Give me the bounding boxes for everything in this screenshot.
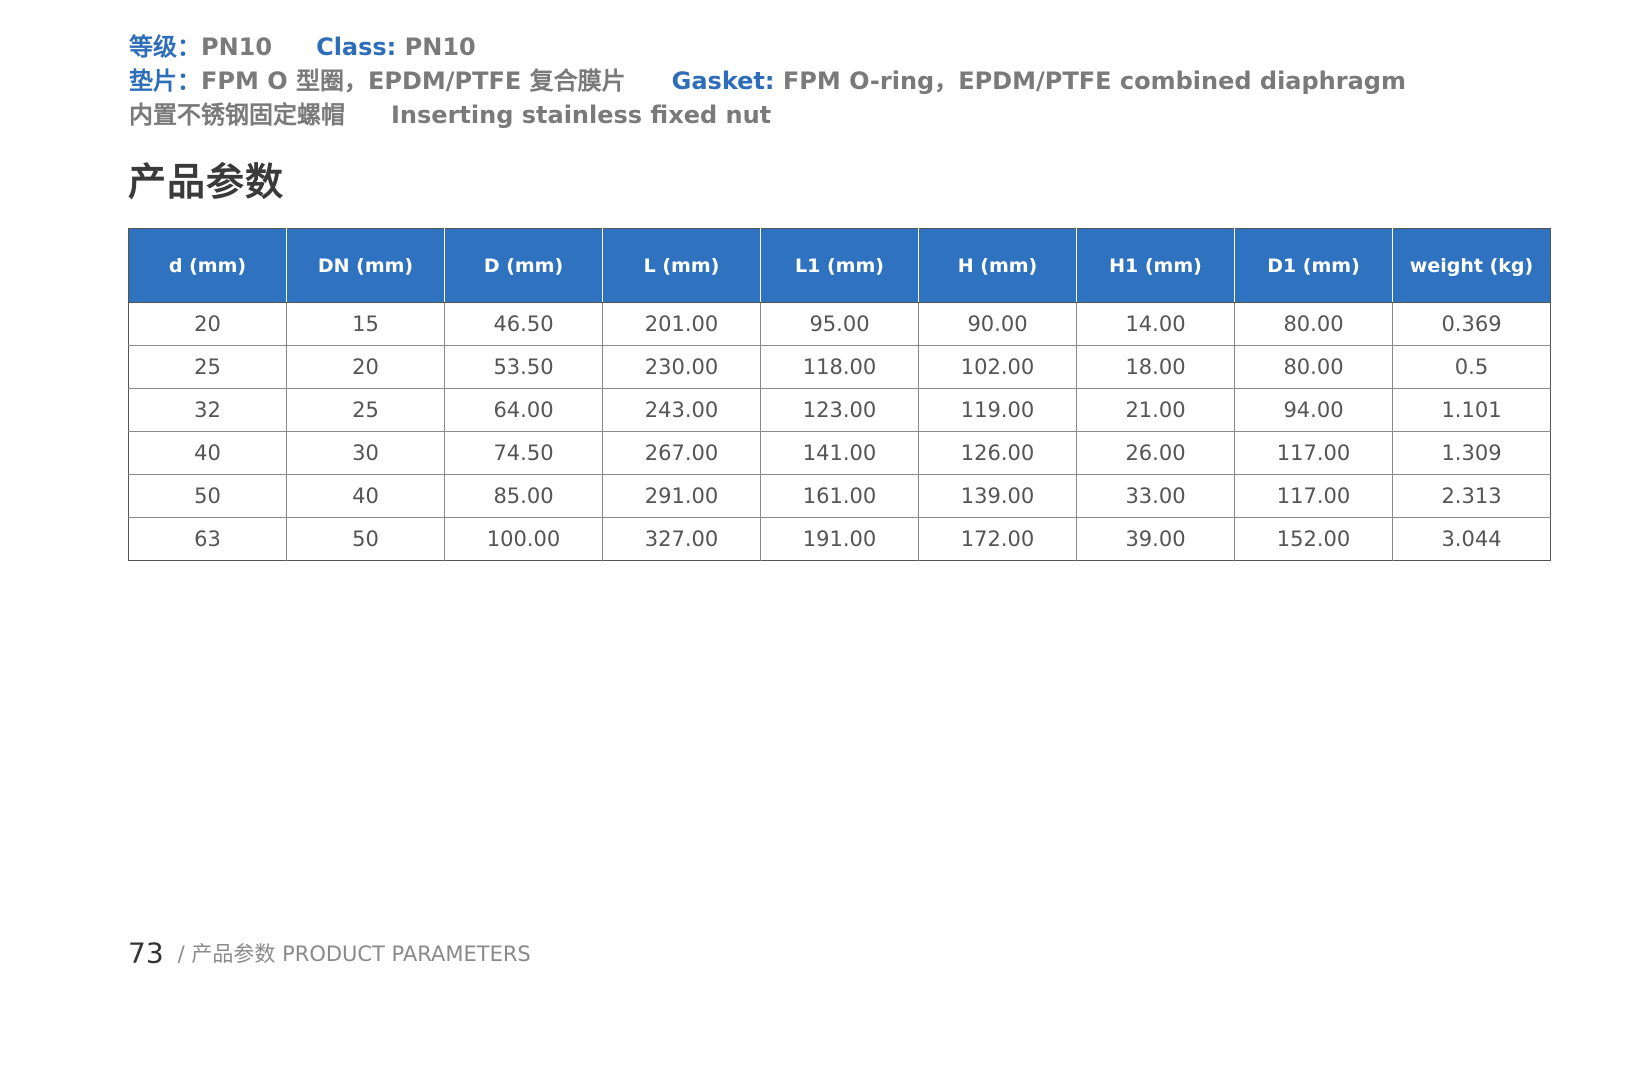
footer-section-text: / 产品参数 PRODUCT PARAMETERS xyxy=(177,941,531,966)
table-row: 20 15 46.50 201.00 95.00 90.00 14.00 80.… xyxy=(128,302,1551,346)
table-cell: 172.00 xyxy=(918,517,1077,561)
section-title: 产品参数 xyxy=(128,160,285,204)
table-cell: 100.00 xyxy=(444,517,603,561)
parameters-table: d (mm) DN (mm) D (mm) L (mm) L1 (mm) H (… xyxy=(128,228,1551,561)
table-cell: 20 xyxy=(286,345,445,389)
table-cell: 119.00 xyxy=(918,388,1077,432)
table-cell: 141.00 xyxy=(760,431,919,475)
class-value: PN10 xyxy=(404,33,476,61)
table-row: 40 30 74.50 267.00 141.00 126.00 26.00 1… xyxy=(128,431,1551,475)
gasket-cn-label: 垫片： xyxy=(129,67,201,95)
table-cell: 85.00 xyxy=(444,474,603,518)
header-h: H (mm) xyxy=(918,228,1077,303)
gasket-en-value: FPM O-ring，EPDM/PTFE combined diaphragm xyxy=(782,67,1406,95)
table-cell: 80.00 xyxy=(1234,345,1393,389)
table-cell: 0.369 xyxy=(1392,302,1551,346)
spec-block: 等级：PN10 Class: PN10 垫片：FPM O 型圈，EPDM/PTFE… xyxy=(129,30,1569,132)
header-l1: L1 (mm) xyxy=(760,228,919,303)
table-cell: 50 xyxy=(286,517,445,561)
table-cell: 40 xyxy=(128,431,287,475)
class-label: Class: xyxy=(316,33,397,61)
table-cell: 291.00 xyxy=(602,474,761,518)
header-h1: H1 (mm) xyxy=(1076,228,1235,303)
table-cell: 2.313 xyxy=(1392,474,1551,518)
table-cell: 201.00 xyxy=(602,302,761,346)
page-footer: 73 / 产品参数 PRODUCT PARAMETERS xyxy=(128,936,531,970)
table-header-row: d (mm) DN (mm) D (mm) L (mm) L1 (mm) H (… xyxy=(128,228,1551,303)
table-cell: 1.309 xyxy=(1392,431,1551,475)
table-cell: 161.00 xyxy=(760,474,919,518)
table-cell: 102.00 xyxy=(918,345,1077,389)
table-cell: 53.50 xyxy=(444,345,603,389)
table-cell: 21.00 xyxy=(1076,388,1235,432)
table-cell: 80.00 xyxy=(1234,302,1393,346)
table-cell: 39.00 xyxy=(1076,517,1235,561)
table-cell: 94.00 xyxy=(1234,388,1393,432)
gasket-en-label: Gasket: xyxy=(671,67,775,95)
page-number: 73 xyxy=(128,936,164,970)
table-cell: 243.00 xyxy=(602,388,761,432)
table-row: 25 20 53.50 230.00 118.00 102.00 18.00 8… xyxy=(128,345,1551,389)
table-cell: 191.00 xyxy=(760,517,919,561)
table-cell: 46.50 xyxy=(444,302,603,346)
table-cell: 118.00 xyxy=(760,345,919,389)
header-d1: D1 (mm) xyxy=(1234,228,1393,303)
table-cell: 25 xyxy=(128,345,287,389)
nut-en-text: Inserting stainless fixed nut xyxy=(391,101,772,129)
table-cell: 20 xyxy=(128,302,287,346)
table-cell: 63 xyxy=(128,517,287,561)
table-cell: 30 xyxy=(286,431,445,475)
gasket-cn-value: FPM O 型圈，EPDM/PTFE 复合膜片 xyxy=(201,67,626,95)
table-cell: 139.00 xyxy=(918,474,1077,518)
table-cell: 15 xyxy=(286,302,445,346)
table-cell: 74.50 xyxy=(444,431,603,475)
table-cell: 32 xyxy=(128,388,287,432)
header-dn: DN (mm) xyxy=(286,228,445,303)
table-cell: 64.00 xyxy=(444,388,603,432)
gasket-line: 垫片：FPM O 型圈，EPDM/PTFE 复合膜片 Gasket: FPM O-… xyxy=(129,64,1569,98)
table-row: 63 50 100.00 327.00 191.00 172.00 39.00 … xyxy=(128,517,1551,561)
table-cell: 230.00 xyxy=(602,345,761,389)
table-cell: 3.044 xyxy=(1392,517,1551,561)
header-l: L (mm) xyxy=(602,228,761,303)
table-cell: 40 xyxy=(286,474,445,518)
table-cell: 117.00 xyxy=(1234,474,1393,518)
header-outer-d: D (mm) xyxy=(444,228,603,303)
table-row: 32 25 64.00 243.00 123.00 119.00 21.00 9… xyxy=(128,388,1551,432)
nut-line: 内置不锈钢固定螺帽 Inserting stainless fixed nut xyxy=(129,98,1569,132)
table-cell: 26.00 xyxy=(1076,431,1235,475)
table-cell: 117.00 xyxy=(1234,431,1393,475)
table-cell: 50 xyxy=(128,474,287,518)
table-cell: 25 xyxy=(286,388,445,432)
table-cell: 152.00 xyxy=(1234,517,1393,561)
table-cell: 95.00 xyxy=(760,302,919,346)
table-cell: 0.5 xyxy=(1392,345,1551,389)
table-cell: 14.00 xyxy=(1076,302,1235,346)
table-cell: 18.00 xyxy=(1076,345,1235,389)
table-cell: 327.00 xyxy=(602,517,761,561)
table-row: 50 40 85.00 291.00 161.00 139.00 33.00 1… xyxy=(128,474,1551,518)
table-cell: 126.00 xyxy=(918,431,1077,475)
header-weight: weight (kg) xyxy=(1392,228,1551,303)
grade-label: 等级： xyxy=(129,33,201,61)
table-cell: 90.00 xyxy=(918,302,1077,346)
table-cell: 267.00 xyxy=(602,431,761,475)
grade-value: PN10 xyxy=(201,33,273,61)
table-cell: 123.00 xyxy=(760,388,919,432)
table-cell: 33.00 xyxy=(1076,474,1235,518)
grade-line: 等级：PN10 Class: PN10 xyxy=(129,30,1569,64)
header-d: d (mm) xyxy=(128,228,287,303)
table-cell: 1.101 xyxy=(1392,388,1551,432)
nut-cn-text: 内置不锈钢固定螺帽 xyxy=(129,101,345,129)
